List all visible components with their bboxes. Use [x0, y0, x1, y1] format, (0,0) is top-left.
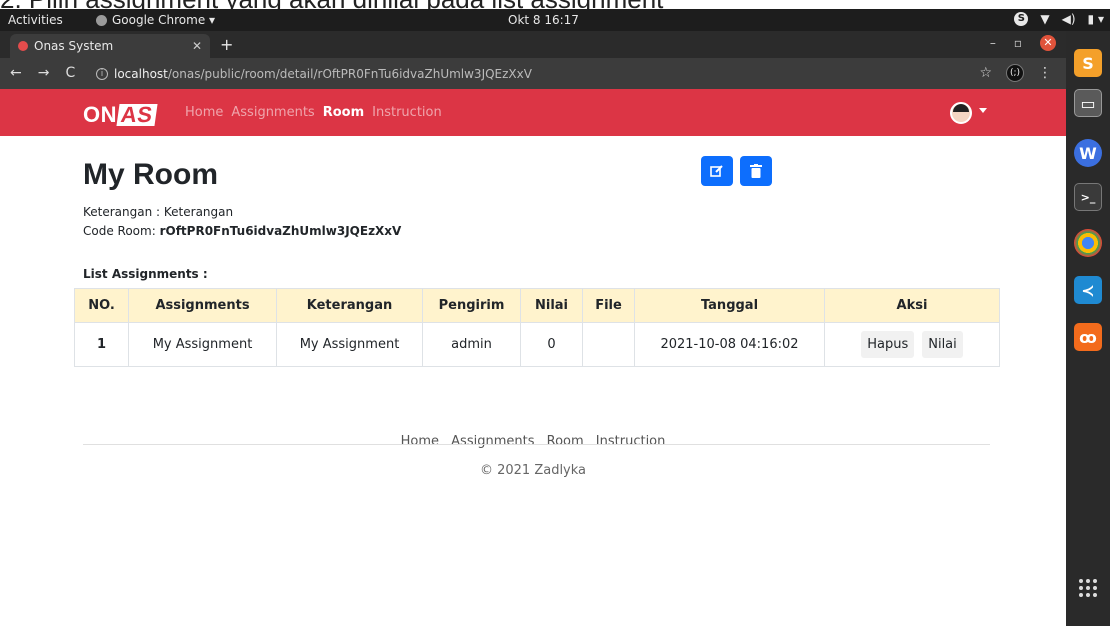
cell-no: 1 — [74, 322, 129, 367]
code-value: rOftPR0FnTu6idvaZhUmlw3JQEzXxV — [159, 224, 402, 238]
bookmark-star-icon[interactable]: ☆ — [979, 65, 992, 81]
minimize-icon[interactable]: – — [990, 36, 996, 50]
row-actions: Hapus Nilai — [831, 331, 993, 358]
xampp-icon[interactable]: ꝏ — [1074, 323, 1102, 351]
footer-divider — [83, 444, 990, 445]
cell-tanggal: 2021-10-08 04:16:02 — [634, 322, 825, 367]
assignments-table: NO. Assignments Keterangan Pengirim Nila… — [74, 288, 1000, 367]
keterangan-label: Keterangan : — [83, 205, 161, 219]
header-nilai: Nilai — [520, 288, 583, 323]
nilai-button[interactable]: Nilai — [922, 331, 963, 358]
extension-icon[interactable]: (;) — [1006, 64, 1024, 82]
ubuntu-dock: S ▭ W >_ ≺ ꝏ — [1066, 31, 1110, 626]
chrome-dock-icon[interactable] — [1074, 229, 1102, 257]
header-file: File — [582, 288, 635, 323]
room-code: Code Room: rOftPR0FnTu6idvaZhUmlw3JQEzXx… — [83, 224, 401, 238]
trash-icon — [750, 164, 762, 178]
chevron-down-icon[interactable] — [979, 108, 987, 113]
header-keterangan: Keterangan — [276, 288, 423, 323]
footer-link-room[interactable]: Room — [547, 434, 584, 449]
clock[interactable]: Okt 8 16:17 — [508, 13, 579, 27]
screen: 2. Pilih assignment yang akan dinilai pa… — [0, 0, 1110, 626]
footer-link-home[interactable]: Home — [401, 434, 439, 449]
vscode-icon[interactable]: ≺ — [1074, 276, 1102, 304]
web-page: ON AS Home Assignments Room Instruction M… — [0, 89, 1066, 626]
browser-tab[interactable]: Onas System ✕ — [10, 34, 210, 58]
user-avatar[interactable] — [950, 102, 972, 124]
cell-aksi: Hapus Nilai — [824, 322, 1000, 367]
header-tanggal: Tanggal — [634, 288, 825, 323]
cell-pengirim: admin — [422, 322, 521, 367]
table-header-row: NO. Assignments Keterangan Pengirim Nila… — [74, 288, 1000, 323]
nav-link-assignments[interactable]: Assignments — [231, 105, 314, 120]
table-row[interactable]: 1 My Assignment My Assignment admin 0 20… — [74, 322, 1000, 367]
sublime-text-icon[interactable]: S — [1074, 49, 1102, 77]
show-apps-icon[interactable] — [1079, 579, 1097, 597]
chrome-icon — [96, 14, 107, 26]
favicon-icon — [18, 41, 28, 51]
skype-icon[interactable]: S — [1014, 12, 1029, 26]
wps-office-icon[interactable]: W — [1074, 139, 1102, 167]
back-icon[interactable]: ← — [10, 65, 22, 81]
cell-nilai: 0 — [520, 322, 583, 367]
edit-icon — [710, 165, 723, 177]
app-menu-label: Google Chrome ▾ — [112, 13, 216, 27]
activities-button[interactable]: Activities — [8, 13, 63, 27]
footer-copyright: © 2021 Zadlyka — [479, 463, 587, 478]
footer-link-instruction[interactable]: Instruction — [596, 434, 666, 449]
address-bar: ← → C i localhost/onas/public/room/detai… — [0, 58, 1066, 89]
nav-link-home[interactable]: Home — [185, 105, 223, 120]
footer-links: Home Assignments Room Instruction — [0, 434, 1066, 449]
brand-as: AS — [116, 102, 158, 127]
list-assignments-label: List Assignments : — [83, 267, 208, 281]
app-menu[interactable]: Google Chrome ▾ — [96, 13, 215, 27]
footer-link-assignments[interactable]: Assignments — [451, 434, 534, 449]
browser-tab-strip: Onas System ✕ + – ▫ ✕ — [0, 31, 1066, 58]
volume-icon[interactable]: ◀) — [1062, 12, 1076, 26]
cell-keterangan: My Assignment — [276, 322, 423, 367]
nav-buttons: ← → C — [10, 65, 75, 81]
menu-kebab-icon[interactable]: ⋮ — [1038, 65, 1052, 81]
os-top-bar: Activities Google Chrome ▾ Okt 8 16:17 S… — [0, 9, 1110, 31]
header-no: NO. — [74, 288, 129, 323]
nav-link-room[interactable]: Room — [323, 105, 364, 120]
window-controls: – ▫ ✕ — [990, 35, 1056, 51]
cell-file — [582, 322, 635, 367]
url-path: /onas/public/room/detail/rOftPR0FnTu6idv… — [167, 67, 532, 81]
reload-icon[interactable]: C — [65, 65, 75, 81]
nav-link-instruction[interactable]: Instruction — [372, 105, 442, 120]
maximize-icon[interactable]: ▫ — [1014, 36, 1022, 50]
info-icon[interactable]: i — [96, 68, 108, 80]
forward-icon[interactable]: → — [38, 65, 50, 81]
cell-assignment: My Assignment — [128, 322, 277, 367]
site-nav-links: Home Assignments Room Instruction — [185, 105, 442, 120]
new-tab-button[interactable]: + — [220, 35, 233, 54]
page-title: My Room — [83, 158, 218, 191]
hapus-button[interactable]: Hapus — [861, 331, 915, 358]
room-description: Keterangan : Keterangan — [83, 205, 233, 219]
tab-title: Onas System — [34, 39, 114, 53]
edit-room-button[interactable] — [701, 156, 733, 186]
url-host: localhost — [114, 67, 168, 81]
close-window-icon[interactable]: ✕ — [1040, 35, 1056, 51]
battery-icon[interactable]: ▮ ▾ — [1088, 12, 1104, 26]
delete-room-button[interactable] — [740, 156, 772, 186]
close-tab-icon[interactable]: ✕ — [192, 39, 202, 53]
terminal-icon[interactable]: >_ — [1074, 183, 1102, 211]
header-assignments: Assignments — [128, 288, 277, 323]
site-logo[interactable]: ON AS — [83, 102, 158, 128]
files-icon[interactable]: ▭ — [1074, 89, 1102, 117]
brand-on: ON — [83, 102, 117, 127]
wifi-icon[interactable]: ▼ — [1040, 12, 1049, 26]
header-pengirim: Pengirim — [422, 288, 521, 323]
system-tray[interactable]: S ▼ ◀) ▮ ▾ — [1014, 12, 1104, 26]
url-field[interactable]: i localhost/onas/public/room/detail/rOft… — [96, 64, 996, 84]
keterangan-value: Keterangan — [163, 205, 234, 219]
site-navbar: ON AS Home Assignments Room Instruction — [0, 89, 1066, 136]
address-bar-actions: ☆ (;) ⋮ — [979, 64, 1052, 82]
code-label: Code Room: — [83, 224, 156, 238]
header-aksi: Aksi — [824, 288, 1000, 323]
